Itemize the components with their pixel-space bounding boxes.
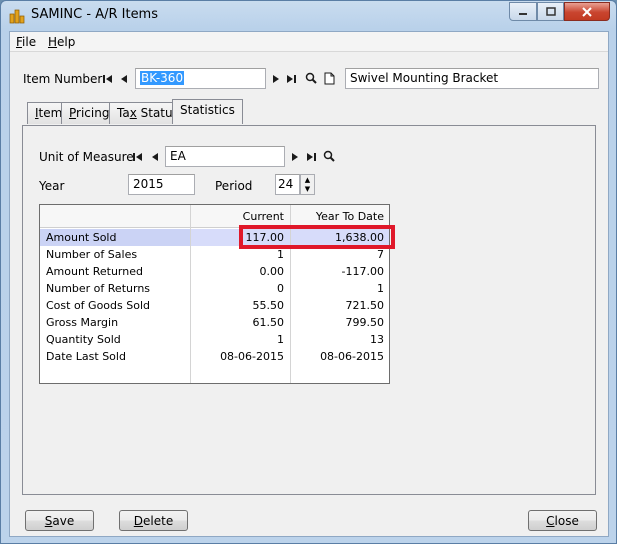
table-row[interactable]: Number of Returns 0 1 [40,280,389,297]
header-year-to-date: Year To Date [315,210,384,223]
year-to-date-value: 13 [370,333,384,346]
next-unit-button[interactable] [289,150,301,164]
row-label: Number of Sales [46,248,138,261]
year-input[interactable]: 2015 [128,174,195,195]
maximize-button[interactable] [537,2,564,21]
year-to-date-value: 1 [377,282,384,295]
search-icon [305,72,317,84]
previous-record-icon [121,75,127,83]
close-window-button[interactable] [564,2,610,21]
year-to-date-value: 721.50 [345,299,385,312]
item-number-label: Item Number [23,72,103,86]
table-row[interactable]: Amount Returned 0.00 -117.00 [40,263,389,280]
spin-up-icon[interactable]: ▲ [301,175,314,184]
new-document-icon [324,72,334,84]
row-label: Cost of Goods Sold [46,299,150,312]
year-label: Year [39,179,65,193]
first-item-button[interactable] [102,72,114,86]
maximize-icon [545,7,556,16]
highlight-annotation [239,225,395,249]
current-value: 61.50 [252,316,285,329]
previous-item-button[interactable] [118,72,130,86]
next-item-button[interactable] [270,72,282,86]
header-current: Current [242,210,284,223]
table-row[interactable]: Date Last Sold 08-06-2015 08-06-2015 [40,348,389,365]
table-row[interactable]: Cost of Goods Sold 55.50 721.50 [40,297,389,314]
item-number-input[interactable]: BK-360 [135,68,266,89]
previous-unit-button[interactable] [149,150,161,164]
menu-file[interactable]: File [16,35,36,49]
unit-of-measure-label: Unit of Measure [39,150,134,164]
ar-items-window: SAMINC - A/R Items File Help Item Number… [0,0,617,544]
first-record-icon [133,153,142,161]
window-title: SAMINC - A/R Items [31,7,158,22]
first-unit-button[interactable] [132,150,144,164]
menu-bar: File Help [10,32,608,52]
find-unit-button[interactable] [322,149,336,163]
previous-record-icon [152,153,158,161]
last-record-icon [287,75,296,83]
current-value: 55.50 [252,299,285,312]
row-label: Amount Returned [46,265,143,278]
year-to-date-value: 799.50 [345,316,385,329]
menu-help[interactable]: Help [48,35,75,49]
title-bar[interactable]: SAMINC - A/R Items [1,1,616,31]
tab-statistics[interactable]: Statistics [172,99,243,124]
minimize-icon [519,12,527,15]
next-record-icon [273,75,279,83]
current-value: 0 [277,282,284,295]
unit-of-measure-input[interactable]: EA [165,146,285,167]
period-label: Period [215,179,253,193]
close-icon [582,6,592,17]
app-icon [9,9,25,24]
row-label: Gross Margin [46,316,119,329]
delete-button[interactable]: Delete [119,510,188,531]
row-label: Quantity Sold [46,333,121,346]
year-to-date-value: 08-06-2015 [320,350,384,363]
last-record-icon [307,153,316,161]
period-spinner[interactable]: ▲ ▼ [300,174,315,195]
row-label: Date Last Sold [46,350,126,363]
save-button[interactable]: Save [25,510,94,531]
client-area: File Help Item Number BK-360 Swivel Moun… [9,31,609,537]
item-description-field[interactable]: Swivel Mounting Bracket [345,68,599,89]
search-icon [323,150,335,162]
spin-down-icon[interactable]: ▼ [301,184,314,193]
table-row[interactable]: Quantity Sold 1 13 [40,331,389,348]
period-input[interactable]: 24 [275,174,300,195]
first-record-icon [103,75,112,83]
year-to-date-value: -117.00 [341,265,384,278]
row-label: Number of Returns [46,282,151,295]
next-record-icon [292,153,298,161]
row-label: Amount Sold [40,229,190,246]
close-button[interactable]: Close [528,510,597,531]
current-value: 08-06-2015 [220,350,284,363]
current-value: 0.00 [259,265,285,278]
find-item-button[interactable] [304,71,318,85]
last-unit-button[interactable] [305,150,317,164]
table-row[interactable]: Gross Margin 61.50 799.50 [40,314,389,331]
current-value: 1 [277,333,284,346]
new-item-button[interactable] [322,71,336,85]
minimize-button[interactable] [509,2,537,21]
last-item-button[interactable] [285,72,297,86]
